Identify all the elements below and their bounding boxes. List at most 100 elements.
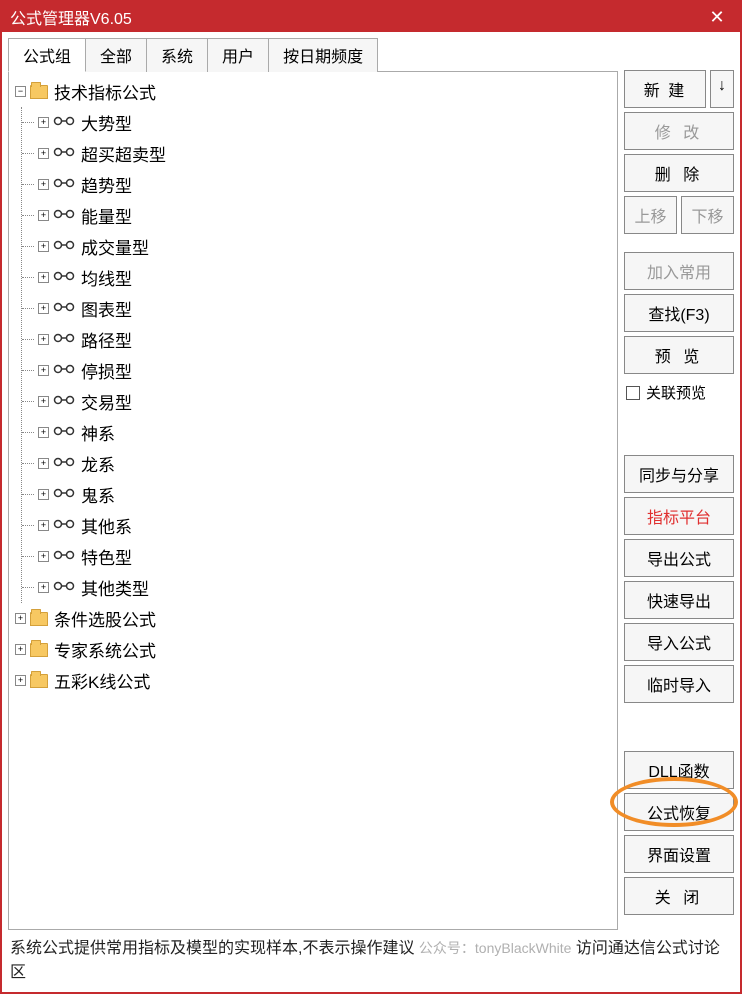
quick-export-button[interactable]: 快速导出: [624, 581, 734, 619]
tab-user[interactable]: 用户: [207, 38, 269, 72]
tree-node-item[interactable]: +其他类型: [22, 572, 615, 603]
link-icon: [53, 114, 75, 131]
tree-node-item[interactable]: + 趋势型: [22, 169, 615, 200]
footer: 系统公式提供常用指标及模型的实现样本,不表示操作建议 公众号：tonyBlack…: [8, 930, 734, 986]
tree-node-item[interactable]: + 交易型: [22, 386, 615, 417]
tab-formula-group[interactable]: 公式组: [8, 38, 86, 72]
window-title: 公式管理器V6.05: [10, 5, 132, 29]
tree-node-folder[interactable]: + 五彩K线公式: [11, 665, 615, 696]
expand-icon[interactable]: +: [38, 365, 49, 376]
tree-label: 图表型: [81, 296, 132, 321]
folder-icon: [30, 643, 48, 657]
new-dropdown-button[interactable]: ↓: [710, 70, 734, 108]
expand-icon[interactable]: +: [38, 551, 49, 562]
link-icon: [53, 145, 75, 162]
tree-label: 技术指标公式: [54, 79, 156, 104]
close-icon[interactable]: ✕: [702, 7, 732, 28]
link-icon: [53, 238, 75, 255]
expand-icon[interactable]: +: [38, 148, 49, 159]
tree-label: 成交量型: [81, 234, 149, 259]
tree-label: 停损型: [81, 358, 132, 383]
import-formula-button[interactable]: 导入公式: [624, 623, 734, 661]
tree-node-item[interactable]: +鬼系: [22, 479, 615, 510]
export-formula-button[interactable]: 导出公式: [624, 539, 734, 577]
link-icon: [53, 207, 75, 224]
tree-node-folder[interactable]: − 技术指标公式: [11, 76, 615, 107]
expand-icon[interactable]: +: [15, 675, 26, 686]
expand-icon[interactable]: +: [38, 210, 49, 221]
expand-icon[interactable]: +: [38, 272, 49, 283]
collapse-icon[interactable]: −: [15, 86, 26, 97]
tree-label: 专家系统公式: [54, 637, 156, 662]
link-icon: [53, 269, 75, 286]
tree-node-item[interactable]: + 停损型: [22, 355, 615, 386]
tab-all[interactable]: 全部: [85, 38, 147, 72]
move-up-button[interactable]: 上移: [624, 196, 677, 234]
new-button[interactable]: 新 建: [624, 70, 706, 108]
expand-icon[interactable]: +: [38, 179, 49, 190]
expand-icon[interactable]: +: [38, 396, 49, 407]
titlebar: 公式管理器V6.05 ✕: [2, 2, 740, 32]
preview-button[interactable]: 预 览: [624, 336, 734, 374]
expand-icon[interactable]: +: [38, 303, 49, 314]
link-icon: [53, 424, 75, 441]
tree-node-item[interactable]: + 神系: [22, 417, 615, 448]
tree-label: 条件选股公式: [54, 606, 156, 631]
tab-by-date-freq[interactable]: 按日期频度: [268, 38, 378, 72]
tree-node-item[interactable]: +大势型: [22, 107, 615, 138]
link-preview-checkbox-row[interactable]: 关联预览: [624, 378, 734, 407]
formula-tree[interactable]: − 技术指标公式 +大势型 +超买超卖型 + 趋势型 +能量型 + 成交量型 +均线…: [8, 71, 618, 930]
tree-label: 龙系: [81, 451, 115, 476]
add-common-button[interactable]: 加入常用: [624, 252, 734, 290]
tree-label: 交易型: [81, 389, 132, 414]
temp-import-button[interactable]: 临时导入: [624, 665, 734, 703]
dll-function-button[interactable]: DLL函数: [624, 751, 734, 789]
sync-share-button[interactable]: 同步与分享: [624, 455, 734, 493]
tree-node-item[interactable]: + 龙系: [22, 448, 615, 479]
expand-icon[interactable]: +: [38, 334, 49, 345]
expand-icon[interactable]: +: [38, 241, 49, 252]
tree-node-folder[interactable]: + 专家系统公式: [11, 634, 615, 665]
ui-settings-button[interactable]: 界面设置: [624, 835, 734, 873]
expand-icon[interactable]: +: [38, 458, 49, 469]
link-icon: [53, 486, 75, 503]
tree-label: 趋势型: [81, 172, 132, 197]
expand-icon[interactable]: +: [38, 520, 49, 531]
expand-icon[interactable]: +: [15, 644, 26, 655]
link-icon: [53, 300, 75, 317]
tree-node-folder[interactable]: + 条件选股公式: [11, 603, 615, 634]
tree-node-item[interactable]: +特色型: [22, 541, 615, 572]
tree-node-item[interactable]: + 路径型: [22, 324, 615, 355]
tree-label: 神系: [81, 420, 115, 445]
link-icon: [53, 579, 75, 596]
footer-text: 系统公式提供常用指标及模型的实现样本,不表示操作建议: [10, 940, 414, 957]
folder-icon: [30, 674, 48, 688]
expand-icon[interactable]: +: [38, 117, 49, 128]
expand-icon[interactable]: +: [38, 582, 49, 593]
expand-icon[interactable]: +: [38, 489, 49, 500]
tree-node-item[interactable]: +能量型: [22, 200, 615, 231]
folder-icon: [30, 85, 48, 99]
move-down-button[interactable]: 下移: [681, 196, 734, 234]
expand-icon[interactable]: +: [38, 427, 49, 438]
indicator-platform-button[interactable]: 指标平台: [624, 497, 734, 535]
find-button[interactable]: 查找(F3): [624, 294, 734, 332]
formula-restore-button[interactable]: 公式恢复: [624, 793, 734, 831]
tree-label: 五彩K线公式: [54, 668, 150, 693]
expand-icon[interactable]: +: [15, 613, 26, 624]
tree-node-item[interactable]: + 成交量型: [22, 231, 615, 262]
tree-node-item[interactable]: +均线型: [22, 262, 615, 293]
tree-node-item[interactable]: + 图表型: [22, 293, 615, 324]
delete-button[interactable]: 删 除: [624, 154, 734, 192]
tab-bar: 公式组 全部 系统 用户 按日期频度: [8, 38, 618, 72]
close-button[interactable]: 关 闭: [624, 877, 734, 915]
tree-node-item[interactable]: + 其他系: [22, 510, 615, 541]
tree-label: 路径型: [81, 327, 132, 352]
link-icon: [53, 176, 75, 193]
link-icon: [53, 517, 75, 534]
tree-label: 其他系: [81, 513, 132, 538]
modify-button[interactable]: 修 改: [624, 112, 734, 150]
tree-node-item[interactable]: +超买超卖型: [22, 138, 615, 169]
checkbox-icon[interactable]: [626, 386, 640, 400]
tab-system[interactable]: 系统: [146, 38, 208, 72]
